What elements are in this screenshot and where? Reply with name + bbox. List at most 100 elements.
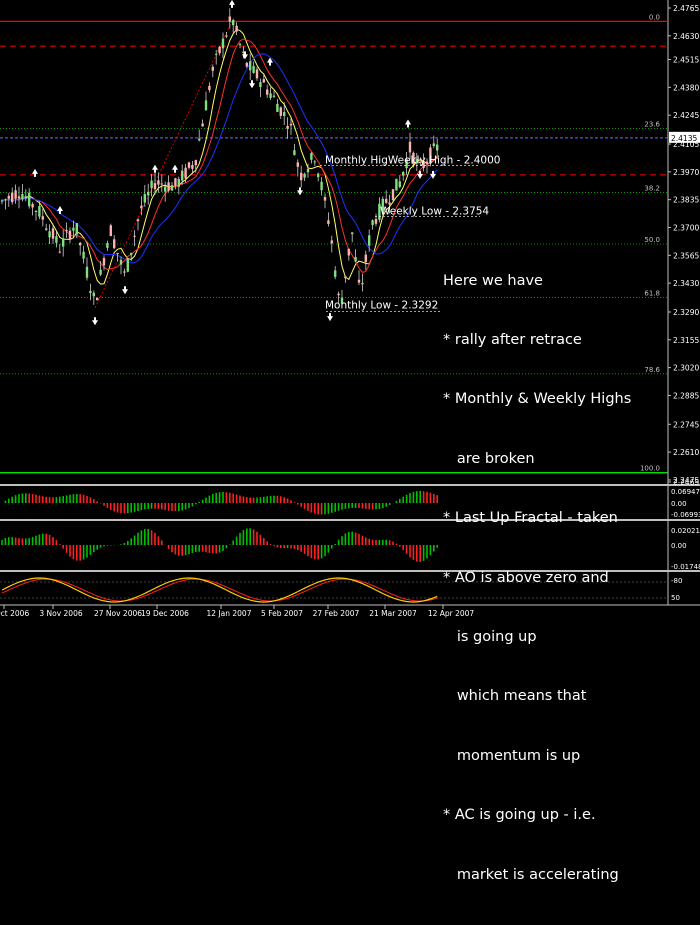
candle-body	[174, 178, 177, 186]
price-tick-label: 2.3020	[673, 364, 699, 373]
price-tick-label: 2.4515	[673, 56, 699, 65]
annotation-line: * Last Up Fractal - taken	[443, 510, 618, 527]
candle-body	[48, 231, 51, 238]
candle-body	[408, 141, 412, 153]
candle-body	[395, 178, 398, 191]
candle-body	[24, 196, 27, 199]
analysis-annotation: Here we have * rally after retrace * Mon…	[443, 232, 631, 925]
price-tick-label: 2.4245	[673, 111, 699, 120]
annotation-line: * rally after retrace	[443, 331, 582, 348]
candle-body	[283, 112, 286, 116]
candle-body	[41, 216, 44, 220]
candle-body	[351, 232, 354, 235]
candle-body	[130, 252, 133, 255]
price-tick-label: 2.3700	[673, 223, 699, 232]
candle-body	[21, 194, 24, 200]
date-tick-label: 3 Nov 2006	[39, 609, 82, 618]
annotation-line: are broken	[443, 450, 535, 467]
candle-body	[82, 251, 85, 259]
candle-body	[252, 66, 255, 73]
annotation-line: * AC is going up - i.e.	[443, 807, 596, 824]
candle-body	[317, 173, 320, 178]
candle-body	[334, 270, 337, 277]
candle-body	[92, 292, 95, 297]
candle-body	[269, 93, 272, 98]
annotation-line: market is accelerating	[443, 866, 619, 883]
candle-body	[147, 191, 150, 196]
candle-body	[218, 46, 221, 54]
fibonacci-level-label: 38.2	[644, 184, 660, 192]
candle-body	[208, 85, 211, 91]
candle-body	[357, 279, 361, 283]
date-tick-label: 5 Feb 2007	[261, 609, 303, 618]
candle-body	[150, 180, 153, 188]
ac-tick-label: 0.02021	[671, 527, 700, 535]
price-tick-label: 2.3565	[673, 251, 699, 260]
candle-body	[354, 257, 357, 262]
candle-body	[177, 178, 180, 187]
candle-body	[55, 236, 58, 243]
osc-tick-label: 50	[671, 594, 680, 602]
candle-body	[51, 228, 55, 239]
candle-body	[119, 259, 123, 265]
candle-body	[221, 38, 225, 49]
candle-body	[136, 219, 140, 222]
candle-body	[72, 227, 75, 231]
fractal-arrow-icon	[57, 205, 63, 214]
candle-body	[344, 276, 347, 279]
candle-body	[337, 293, 340, 296]
candle-body	[391, 189, 395, 200]
candle-body	[235, 25, 238, 32]
candle-body	[62, 238, 65, 247]
fibonacci-level-label: 50.0	[644, 236, 660, 244]
candle-body	[330, 240, 333, 244]
annotation-line: * Monthly & Weekly Highs	[443, 391, 632, 408]
fractal-arrow-icon	[172, 164, 178, 173]
candle-body	[303, 173, 306, 178]
price-tick-label: 2.2885	[673, 391, 699, 400]
candle-body	[232, 20, 235, 26]
price-tick-label: 2.4765	[673, 4, 699, 13]
candle-body	[34, 210, 38, 212]
candle-body	[286, 125, 289, 129]
candle-body	[364, 254, 367, 263]
candle-body	[293, 150, 296, 156]
ao-tick-label: 0.06947	[671, 488, 700, 496]
candle-body	[276, 103, 279, 112]
ao-tick-label: 0.00	[671, 500, 687, 508]
candle-body	[245, 62, 248, 67]
candle-body	[198, 138, 201, 141]
fibonacci-level-label: 100.0	[640, 465, 660, 473]
date-tick-label: 27 Nov 2006	[94, 609, 142, 618]
trading-chart-window: 0.0 23.6 38.2 50.0 61.8 78.6 100.0 Monthly HigW…	[0, 0, 700, 883]
candle-body	[68, 230, 72, 240]
fractal-arrow-icon	[122, 286, 128, 295]
candle-body	[215, 53, 218, 55]
candle-body	[14, 190, 17, 199]
candle-body	[374, 218, 378, 224]
candle-body	[75, 223, 78, 235]
candle-body	[249, 61, 252, 71]
candle-body	[79, 242, 82, 246]
candle-body	[313, 161, 316, 163]
fractal-arrow-icon	[229, 0, 235, 8]
candle-body	[0, 200, 4, 202]
annotation-line: which means that	[443, 688, 587, 705]
candle-body	[181, 170, 184, 181]
candle-body	[402, 172, 405, 176]
candle-body	[17, 196, 21, 199]
candle-body	[306, 168, 310, 173]
fibonacci-level-label: 78.6	[644, 366, 660, 374]
candle-body	[204, 100, 208, 111]
candle-body	[157, 180, 160, 185]
candle-body	[116, 252, 119, 254]
price-tick-label: 2.4630	[673, 32, 699, 41]
candle-body	[259, 82, 262, 88]
annotation-line: * AO is above zero and	[443, 569, 609, 586]
candle-body	[228, 16, 231, 22]
oscillator-signal-line	[1, 578, 438, 602]
fractal-arrow-icon	[152, 164, 158, 173]
candle-body	[327, 220, 330, 224]
fractal-arrow-icon	[92, 317, 98, 326]
candle-body	[106, 243, 109, 248]
